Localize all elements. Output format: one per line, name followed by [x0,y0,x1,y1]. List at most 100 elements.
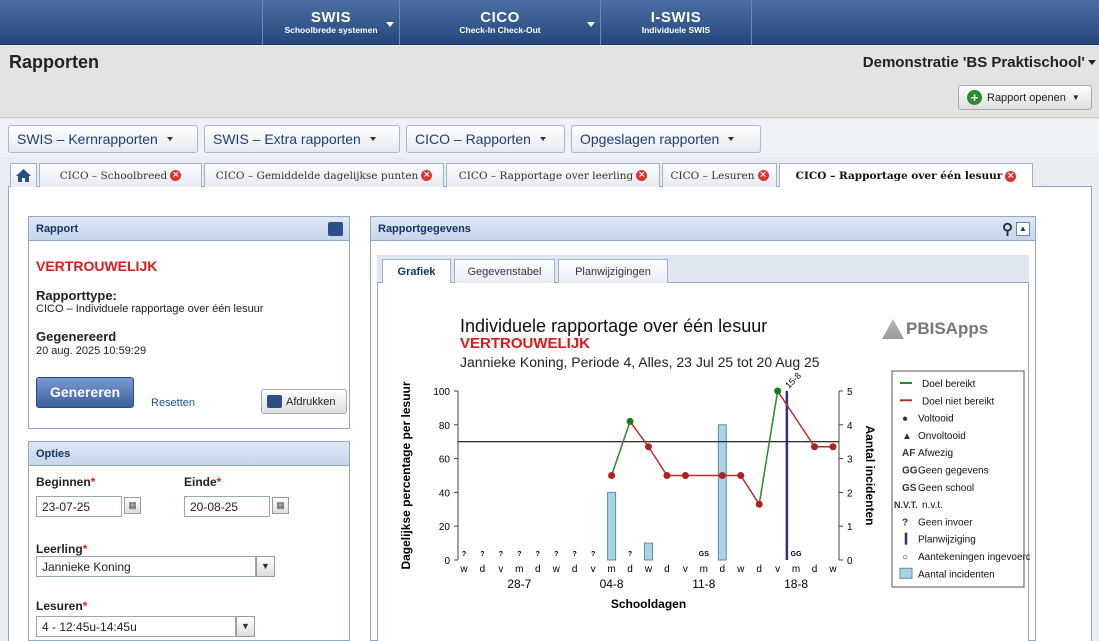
data-point [681,472,689,479]
pbisapps-logo: PBISApps [882,319,988,339]
data-point [829,443,837,451]
x-tick-label: d [535,564,541,575]
chart-area: Individuele rapportage over één lesuur V… [377,283,1030,641]
tab-cico-schoolwide[interactable]: CICO – Schoolbreed × [39,163,202,187]
tab-chart[interactable]: Grafiek [382,259,451,284]
y-axis-label: Dagelijkse percentage per lesuur [399,381,413,569]
legend-label: Afwezig [918,448,953,459]
chevron-down-icon [539,137,546,141]
calendar-icon[interactable]: ▦ [124,497,141,514]
printer-icon [267,395,282,408]
y-tick-label: 40 [439,488,451,499]
week-label: 18-8 [784,577,808,591]
chevron-down-icon[interactable] [1088,60,1096,65]
x-tick-label: m [792,564,800,575]
data-point [774,387,782,395]
report-data-header: Rapportgegevens ⚲ ▲ [371,217,1035,241]
report-tabs: CICO – Schoolbreed × CICO – Gemiddelde da… [8,161,1092,188]
options-panel: Opties Beginnen* 23-07-25 ▦ Einde* 20-08… [28,441,350,641]
student-select[interactable]: Jannieke Koning [36,556,256,577]
chart-svg: 02040608010001234515-8????????? GS GGw d v m d… [399,370,1030,611]
close-icon[interactable]: × [170,170,182,181]
close-icon[interactable]: × [757,170,769,181]
tab-label: CICO – Lesuren [670,169,755,182]
start-date-input[interactable]: 23-07-25 [36,496,122,517]
end-date-input[interactable]: 20-08-25 [184,496,270,517]
calendar-icon[interactable]: ▦ [272,497,289,514]
x-tick-label: m [607,564,615,575]
legend-label: n.v.t. [922,500,943,511]
data-point [645,443,652,451]
menu-swis-core[interactable]: SWIS – Kernrapporten [8,125,198,153]
generated-value: 20 aug. 2025 10:59:29 [36,345,147,357]
close-icon[interactable]: × [1005,170,1017,182]
tab-data-table[interactable]: Gegevenstabel [454,259,555,283]
top-navigation: SWIS Schoolbrede systemen CICO Check-In … [0,0,1099,45]
tab-home[interactable] [10,163,37,187]
legend-symbol: AF [902,448,915,459]
chevron-down-icon[interactable]: ▼ [236,616,255,637]
chevron-down-icon[interactable] [587,22,595,27]
options-panel-header: Opties [29,442,349,466]
nav-iswis[interactable]: I-SWIS Individuele SWIS [601,0,751,45]
y2-tick-label: 1 [847,522,853,533]
plan-change-label: 15-8 [783,371,803,391]
school-selector[interactable]: Demonstratie 'BS Praktischool' [863,54,1085,71]
tab-plan-changes[interactable]: Planwijzigingen [558,259,668,283]
marker-label: ? [462,551,466,558]
report-panel-title: Rapport [36,223,79,235]
legend-label: Geen school [918,483,974,494]
legend-label: Aantal incidenten [918,569,995,580]
x-tick-label: d [480,564,486,575]
marker-label: ? [536,551,540,558]
close-icon[interactable]: × [421,170,433,181]
x-tick-label: v [683,564,688,575]
menu-saved-reports[interactable]: Opgeslagen rapporten [571,125,761,153]
chevron-down-icon[interactable]: ▼ [256,556,275,577]
y2-tick-label: 3 [847,455,853,466]
x-tick-label: v [591,564,596,575]
legend-label: Doel bereikt [922,379,976,390]
reset-link[interactable]: Resetten [151,397,195,409]
nav-cico[interactable]: CICO Check-In Check-Out [400,0,600,45]
x-tick-label: d [664,564,670,575]
nav-iswis-subtitle: Individuele SWIS [641,25,711,35]
home-icon [16,169,31,182]
tab-cico-single-period[interactable]: CICO – Rapportage over één lesuur × [779,163,1033,188]
y-tick-label: 60 [439,455,451,466]
chart-title: Individuele rapportage over één lesuur [460,316,768,336]
period-select[interactable]: 4 - 12:45u-14:45u [36,616,236,637]
y-tick-label: 100 [433,387,450,398]
search-icon[interactable]: ⚲ [1002,220,1013,238]
x-axis-label: Schooldagen [611,597,686,611]
chart-tabs: Grafiek Gegevenstabel Planwijzigingen [377,255,1029,284]
tab-cico-student[interactable]: CICO – Rapportage over leerling × [446,163,660,187]
open-report-button[interactable]: + Rapport openen ▼ [958,85,1092,110]
week-label: 04-8 [600,577,624,591]
marker-label: ? [499,551,503,558]
tab-cico-avg-daily[interactable]: CICO – Gemiddelde dagelijkse punten × [204,163,444,187]
close-icon[interactable]: × [636,170,648,181]
y2-tick-label: 5 [847,387,853,398]
marker-label: ? [573,551,577,558]
y2-axis-label: Aantal incidenten [863,425,877,525]
print-button[interactable]: Afdrukken [261,389,347,414]
nav-swis[interactable]: SWIS Schoolbrede systemen [263,0,399,45]
generate-button[interactable]: Genereren [36,377,134,408]
chevron-down-icon[interactable] [386,22,394,27]
menu-label: CICO – Rapporten [415,131,531,147]
tab-cico-periods[interactable]: CICO – Lesuren × [662,163,777,187]
legend-label: Geen invoer [918,517,973,528]
legend-symbol: ● [902,414,908,425]
x-tick-label: v [775,564,780,575]
printer-icon[interactable] [328,222,343,236]
menu-cico-reports[interactable]: CICO – Rapporten [406,125,565,153]
nav-swis-subtitle: Schoolbrede systemen [284,25,378,35]
menu-swis-extra[interactable]: SWIS – Extra rapporten [204,125,400,153]
page-title: Rapporten [9,52,99,72]
report-panel: Rapport VERTROUWELIJK Rapporttype: CICO … [28,216,350,429]
collapse-icon[interactable]: ▲ [1016,222,1030,236]
x-tick-label: w [552,564,561,575]
report-type-label: Rapporttype: [36,288,117,303]
legend-label: Onvoltooid [918,431,966,442]
